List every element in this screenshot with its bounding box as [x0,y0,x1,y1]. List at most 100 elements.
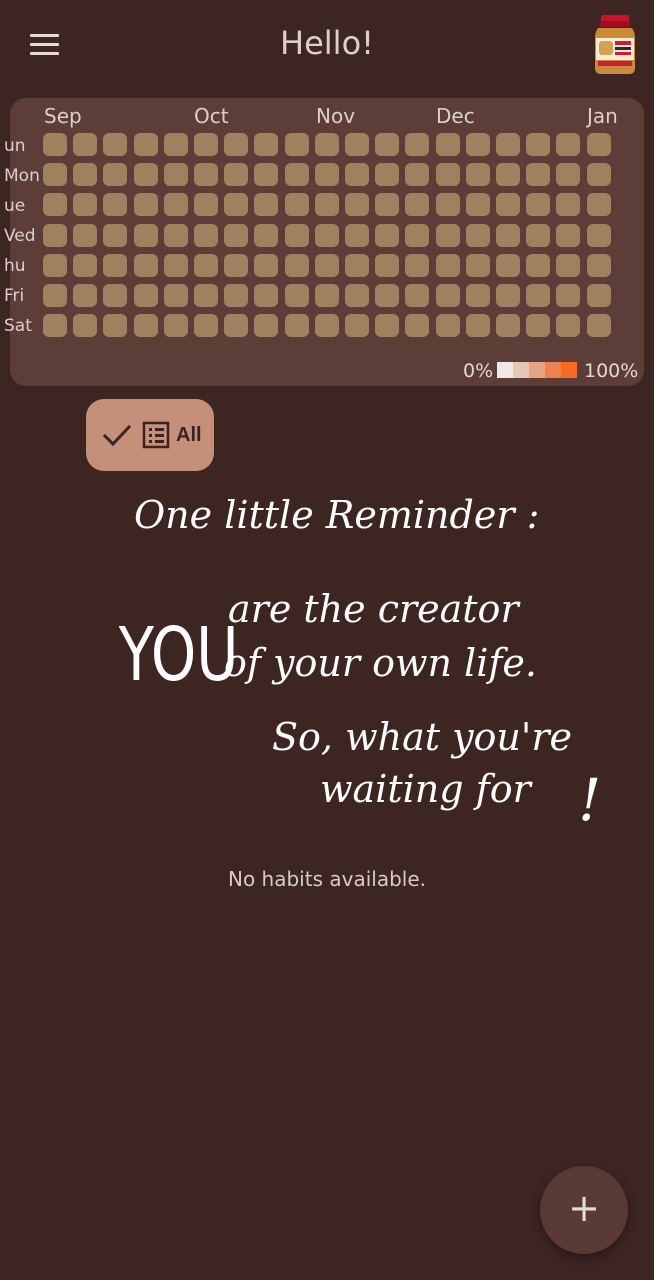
heatmap-cell[interactable] [586,133,611,156]
heatmap-cell[interactable] [163,163,188,187]
heatmap-cell[interactable] [405,314,430,338]
heatmap-cell[interactable] [43,253,67,277]
heatmap-cell[interactable] [586,253,611,277]
heatmap-cell[interactable] [375,223,400,247]
heatmap-cell[interactable] [345,133,369,156]
heatmap-cell[interactable] [163,253,188,277]
heatmap-cell[interactable] [556,223,581,247]
heatmap-cell[interactable] [345,314,369,338]
heatmap-cell[interactable] [194,223,218,247]
heatmap-cell[interactable] [194,253,218,277]
heatmap-cell[interactable] [556,193,581,217]
heatmap-cell[interactable] [465,223,490,247]
heatmap-cell[interactable] [556,314,581,338]
heatmap-cell[interactable] [224,133,249,156]
heatmap-cell[interactable] [345,253,369,277]
heatmap-cell[interactable] [254,314,279,338]
heatmap-cell[interactable] [465,133,490,156]
heatmap-cell[interactable] [435,253,460,277]
heatmap-cell[interactable] [526,223,551,247]
heatmap-cell[interactable] [73,223,98,247]
heatmap-cell[interactable] [163,314,188,338]
heatmap-cell[interactable] [73,133,98,156]
heatmap-cell[interactable] [314,284,339,307]
heatmap-cell[interactable] [133,314,158,338]
heatmap-cell[interactable] [224,253,249,277]
heatmap-cell[interactable] [43,314,67,338]
heatmap-cell[interactable] [375,253,400,277]
heatmap-cell[interactable] [345,163,369,187]
heatmap-cell[interactable] [224,284,249,307]
heatmap-cell[interactable] [314,314,339,338]
heatmap-cell[interactable] [496,253,520,277]
heatmap-cell[interactable] [375,284,400,307]
heatmap-cell[interactable] [435,133,460,156]
heatmap-cell[interactable] [435,223,460,247]
heatmap-cell[interactable] [556,163,581,187]
heatmap-cell[interactable] [43,284,67,307]
heatmap-cell[interactable] [284,223,309,247]
heatmap-cell[interactable] [284,163,309,187]
heatmap-cell[interactable] [103,314,128,338]
heatmap-cell[interactable] [284,133,309,156]
heatmap-cell[interactable] [314,193,339,217]
heatmap-cell[interactable] [435,163,460,187]
heatmap-cell[interactable] [133,193,158,217]
heatmap-cell[interactable] [314,253,339,277]
heatmap-cell[interactable] [556,133,581,156]
heatmap-cell[interactable] [526,133,551,156]
heatmap-cell[interactable] [526,193,551,217]
heatmap-cell[interactable] [586,163,611,187]
heatmap-cell[interactable] [405,133,430,156]
heatmap-cell[interactable] [375,193,400,217]
heatmap-cell[interactable] [103,133,128,156]
heatmap-cell[interactable] [133,253,158,277]
heatmap-cell[interactable] [405,223,430,247]
heatmap-cell[interactable] [254,253,279,277]
heatmap-cell[interactable] [224,223,249,247]
heatmap-cell[interactable] [496,284,520,307]
heatmap-cell[interactable] [284,253,309,277]
heatmap-cell[interactable] [194,193,218,217]
heatmap-cell[interactable] [254,284,279,307]
heatmap-cell[interactable] [194,284,218,307]
heatmap-cell[interactable] [465,314,490,338]
heatmap-cell[interactable] [133,223,158,247]
heatmap-cell[interactable] [224,314,249,338]
heatmap-cell[interactable] [194,163,218,187]
heatmap-cell[interactable] [526,253,551,277]
heatmap-cell[interactable] [163,133,188,156]
heatmap-cell[interactable] [284,193,309,217]
heatmap-cell[interactable] [73,314,98,338]
heatmap-cell[interactable] [526,163,551,187]
heatmap-cell[interactable] [405,253,430,277]
heatmap-cell[interactable] [194,133,218,156]
heatmap-cell[interactable] [133,133,158,156]
heatmap-cell[interactable] [586,223,611,247]
heatmap-cell[interactable] [586,314,611,338]
heatmap-cell[interactable] [314,133,339,156]
heatmap-cell[interactable] [103,223,128,247]
heatmap-cell[interactable] [496,133,520,156]
heatmap-cell[interactable] [405,163,430,187]
heatmap-cell[interactable] [284,284,309,307]
heatmap-cell[interactable] [73,193,98,217]
heatmap-cell[interactable] [375,163,400,187]
heatmap-cell[interactable] [163,284,188,307]
heatmap-cell[interactable] [163,193,188,217]
heatmap-cell[interactable] [556,253,581,277]
heatmap-cell[interactable] [345,193,369,217]
heatmap-cell[interactable] [43,163,67,187]
heatmap-cell[interactable] [43,133,67,156]
heatmap-cell[interactable] [465,253,490,277]
heatmap-cell[interactable] [314,223,339,247]
heatmap-cell[interactable] [194,314,218,338]
heatmap-cell[interactable] [586,193,611,217]
heatmap-cell[interactable] [465,163,490,187]
heatmap-cell[interactable] [73,253,98,277]
heatmap-cell[interactable] [73,284,98,307]
add-habit-button[interactable]: + [540,1166,628,1254]
heatmap-cell[interactable] [345,223,369,247]
heatmap-cell[interactable] [163,223,188,247]
heatmap-cell[interactable] [43,193,67,217]
